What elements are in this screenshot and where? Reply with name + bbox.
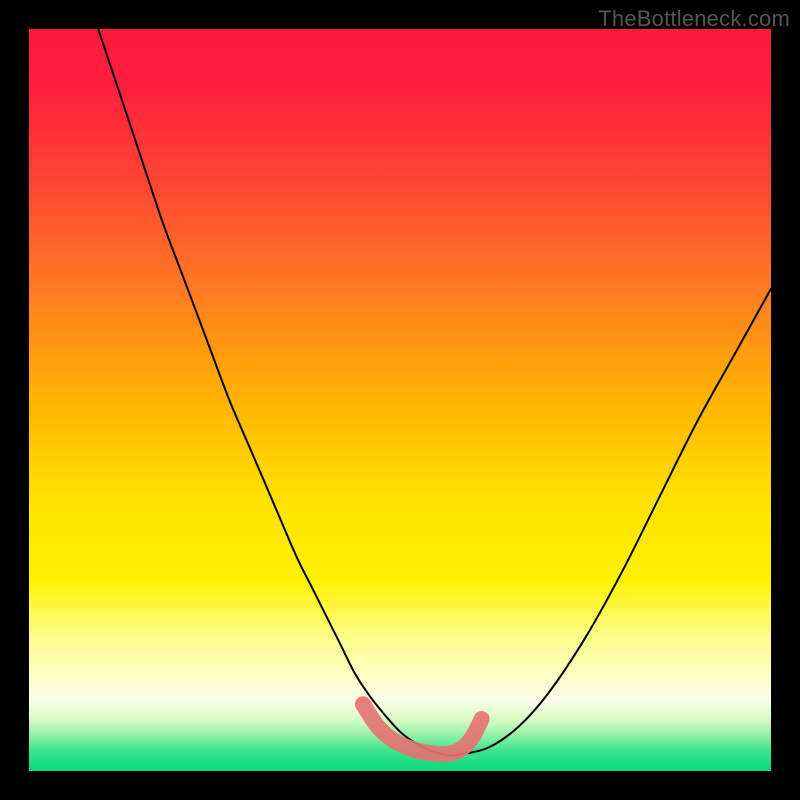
chart-svg bbox=[29, 29, 771, 771]
gradient-background bbox=[29, 29, 771, 771]
watermark-text: TheBottleneck.com bbox=[598, 6, 790, 32]
chart-frame: TheBottleneck.com bbox=[0, 0, 800, 800]
plot-area bbox=[29, 29, 771, 771]
